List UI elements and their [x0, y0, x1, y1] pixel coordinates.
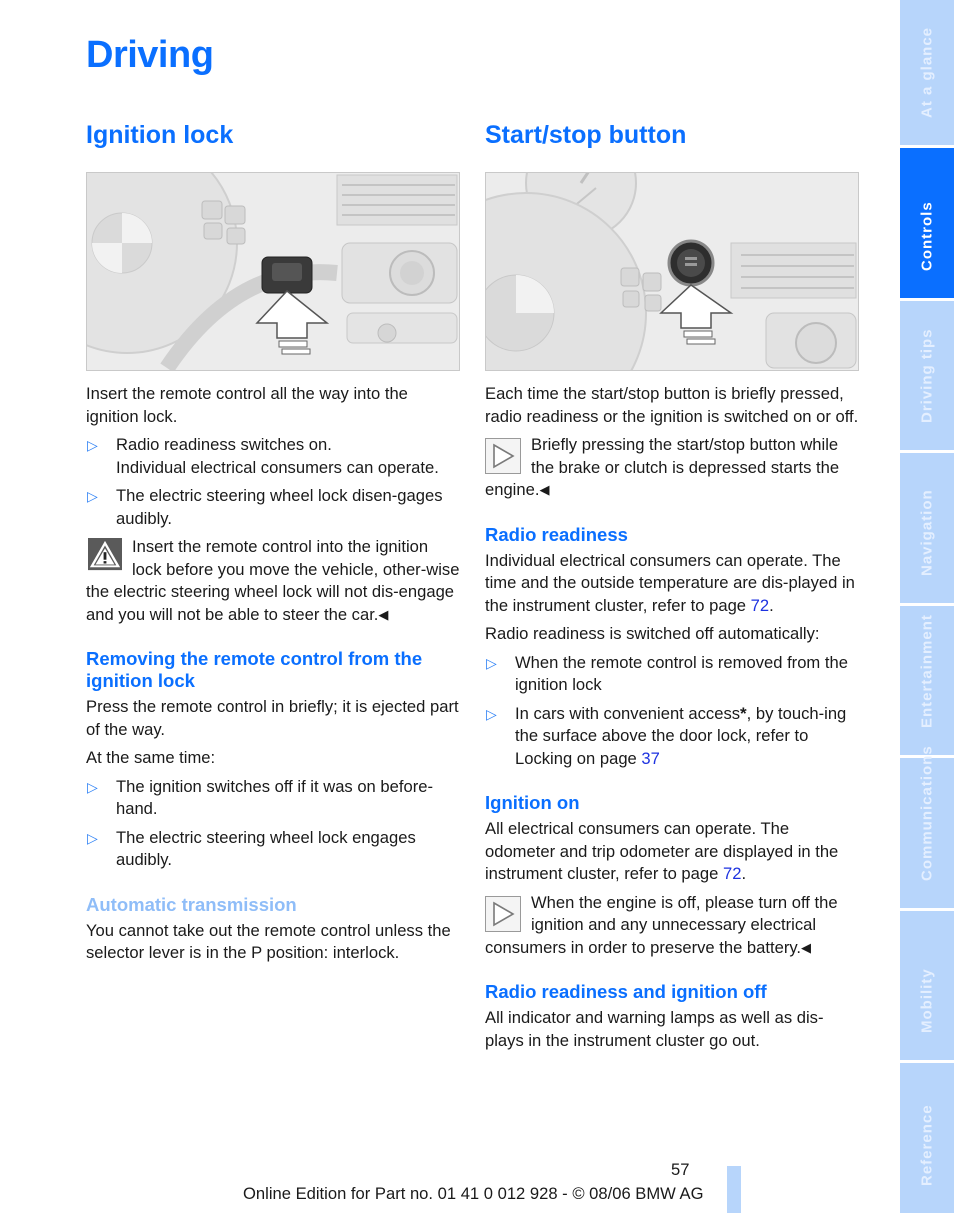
subheading-removing: Removing the remote control from the ign… [86, 648, 423, 691]
optional-equipment-star: * [740, 703, 747, 723]
tab-controls[interactable]: Controls [900, 148, 954, 298]
end-of-note-icon: ◀ [539, 482, 550, 497]
ignition-bullets: ▷ Radio readiness switches on. Individua… [86, 434, 460, 530]
removing-p1: Press the remote control in briefly; it … [86, 697, 459, 739]
list-item: ▷ The electric steering wheel lock engag… [87, 827, 416, 870]
page-link-37[interactable]: 37 [641, 749, 659, 768]
end-of-note-icon: ◀ [801, 939, 812, 955]
page-link-72[interactable]: 72 [751, 596, 769, 615]
tab-navigation[interactable]: Navigation [900, 453, 954, 603]
automatic-text: You cannot take out the remote control u… [86, 920, 451, 963]
subheading-radio-readiness: Radio readiness [485, 523, 628, 545]
triangle-bullet-icon: ▷ [87, 778, 98, 795]
page-link-72[interactable]: 72 [723, 864, 741, 883]
start-stop-intro: Each time the start/stop button is brief… [485, 384, 859, 426]
list-item: ▷ When the remote control is removed fro… [486, 652, 848, 695]
end-of-note-icon: ◀ [378, 606, 389, 622]
left-column: Ignition lock Insert the remote control … [86, 118, 460, 965]
footer-edition: Online Edition for Part no. 01 41 0 012 … [243, 1184, 704, 1203]
list-item: ▷ Radio readiness switches on. Individua… [87, 435, 439, 477]
radio-readiness-bullets: ▷ When the remote control is removed fro… [485, 652, 859, 771]
triangle-bullet-icon: ▷ [87, 437, 98, 453]
list-item: ▷ The electric steering wheel lock disen… [87, 486, 443, 528]
subheading-automatic-transmission: Automatic transmission [86, 893, 297, 915]
section-heading-ignition-lock: Ignition lock [86, 121, 234, 149]
radio-readiness-p1: Individual electrical consumers can oper… [485, 550, 855, 615]
section-heading-start-stop: Start/stop button [485, 121, 687, 149]
subheading-ignition-on: Ignition on [485, 792, 580, 813]
tab-entertainment[interactable]: Entertainment [900, 606, 954, 755]
page-marker-bar [727, 1166, 741, 1213]
tab-at-a-glance[interactable]: At a glance [900, 0, 954, 145]
chapter-tabs: At a glance Controls Driving tips Naviga… [900, 0, 954, 1213]
ignition-intro: Insert the remote control all the way in… [86, 384, 408, 426]
triangle-bullet-icon: ▷ [87, 488, 98, 504]
ignition-on-text: All electrical consumers can operate. Th… [485, 819, 839, 883]
ignition-lock-figure [86, 172, 460, 371]
page-title: Driving [86, 34, 214, 76]
subheading-radio-readiness-ignition-off: Radio readiness and ignition off [485, 981, 767, 1002]
tab-driving-tips[interactable]: Driving tips [900, 301, 954, 450]
triangle-bullet-icon: ▷ [486, 654, 497, 671]
removing-bullets: ▷ The ignition switches off if it was on… [86, 776, 460, 872]
tab-mobility[interactable]: Mobility [900, 911, 954, 1060]
info-note-battery: When the engine is off, please turn off … [485, 892, 838, 957]
warning-triangle-icon [88, 538, 122, 571]
removing-p2: At the same time: [86, 748, 216, 767]
note-arrow-icon [485, 895, 521, 932]
info-note-start-engine: Briefly pressing the start/stop button w… [485, 435, 840, 499]
right-column: Start/stop button Each time the start/st… [485, 118, 859, 1052]
warning-note: Insert the remote control into the ignit… [86, 537, 460, 624]
tab-reference[interactable]: Reference [900, 1063, 954, 1213]
tab-communications[interactable]: Communications [900, 745, 954, 908]
list-item: ▷ The ignition switches off if it was on… [87, 776, 433, 819]
start-stop-figure [485, 172, 859, 371]
triangle-bullet-icon: ▷ [87, 829, 98, 846]
radio-readiness-p2: Radio readiness is switched off automati… [485, 624, 820, 643]
triangle-bullet-icon: ▷ [486, 705, 497, 722]
ignition-off-text: All indicator and warning lamps as well … [485, 1008, 824, 1050]
note-arrow-icon [485, 438, 521, 474]
list-item: ▷ In cars with convenient access*, by to… [486, 703, 847, 768]
page-number: 57 [671, 1160, 690, 1179]
